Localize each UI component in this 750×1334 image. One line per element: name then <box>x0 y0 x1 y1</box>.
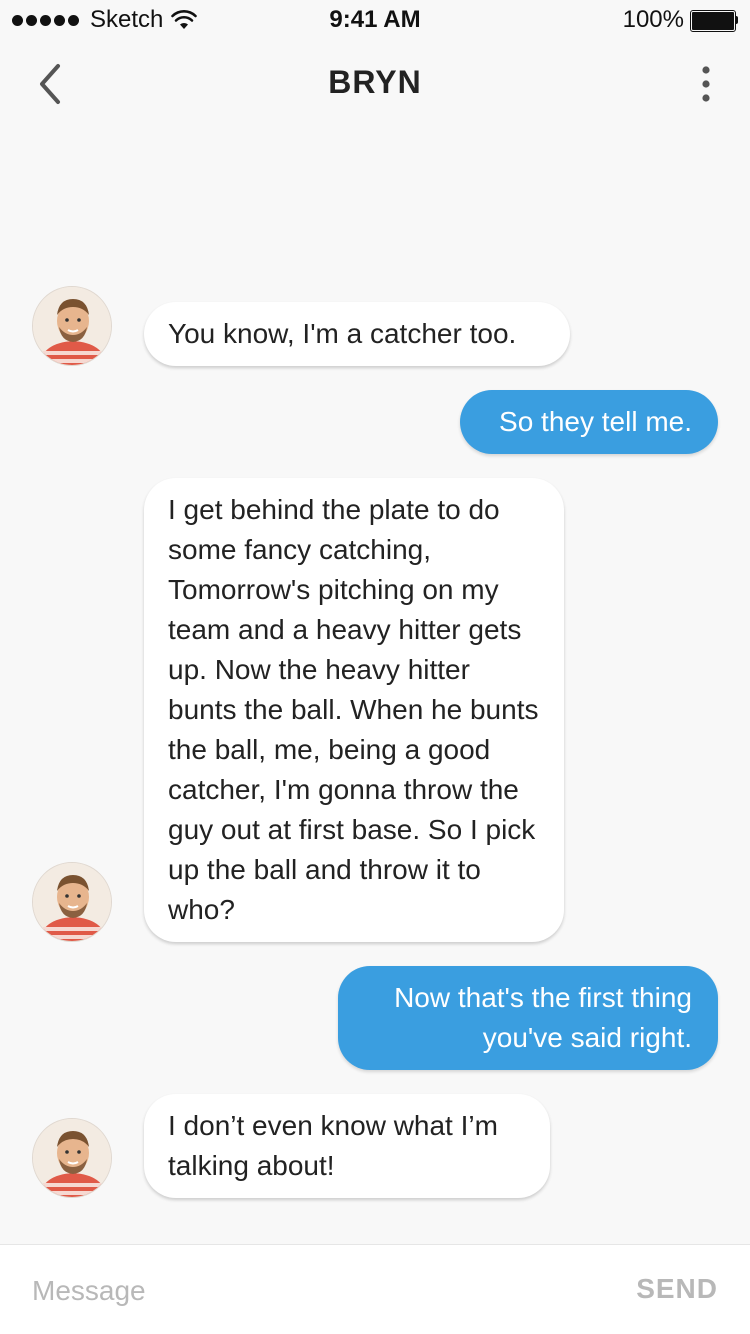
message-bubble-incoming[interactable]: You know, I'm a catcher too. <box>144 302 570 366</box>
more-vertical-icon <box>702 66 710 102</box>
avatar[interactable] <box>32 862 112 942</box>
status-bar: Sketch 9:41 AM 100% <box>0 0 750 40</box>
send-button[interactable]: SEND <box>636 1273 718 1305</box>
more-options-button[interactable] <box>694 64 718 104</box>
nav-bar: BRYN <box>0 40 750 128</box>
battery-percentage: 100% <box>622 6 684 33</box>
message-bubble-incoming[interactable]: I don’t even know what I’m talking about… <box>144 1094 550 1198</box>
avatar[interactable] <box>32 286 112 366</box>
message-bubble-outgoing[interactable]: So they tell me. <box>460 390 718 454</box>
status-right: 100% <box>623 6 738 34</box>
message-bubble-incoming[interactable]: I get behind the plate to do some fancy … <box>144 478 564 942</box>
avatar-photo <box>33 287 111 365</box>
message-composer: SEND <box>0 1244 750 1334</box>
avatar[interactable] <box>32 1118 112 1198</box>
avatar-photo <box>33 863 111 941</box>
battery-icon <box>690 10 738 32</box>
message-bubble-outgoing[interactable]: Now that's the first thing you've said r… <box>338 966 718 1070</box>
page-title: BRYN <box>328 64 422 100</box>
avatar-photo <box>33 1119 111 1197</box>
message-input[interactable] <box>20 1263 580 1319</box>
